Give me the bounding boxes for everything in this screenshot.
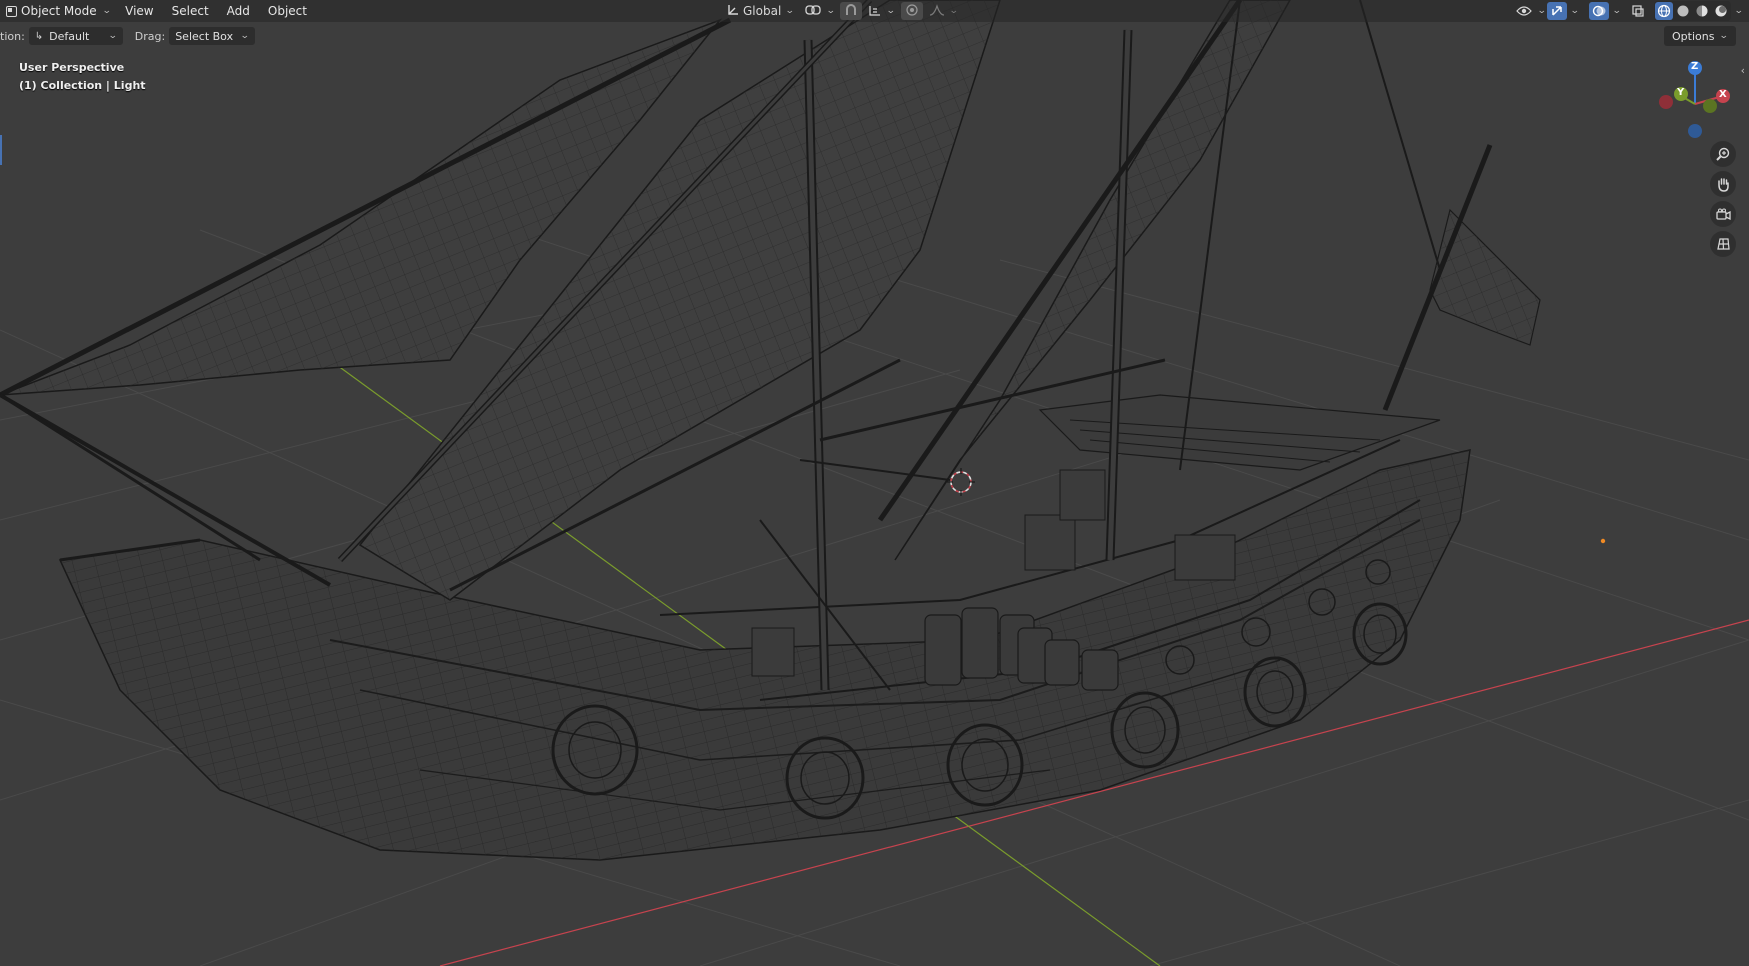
object-mode-icon (6, 5, 17, 17)
mode-selector[interactable]: Object Mode ⌄ (2, 1, 116, 21)
chevron-down-icon[interactable]: ⌄ (1612, 6, 1622, 16)
gizmo-x-label: X (1719, 89, 1727, 100)
orientation-select[interactable]: ↳ Default ⌄ (28, 27, 123, 45)
options-button[interactable]: Options ⌄ (1664, 26, 1736, 46)
material-shading-icon[interactable] (1693, 2, 1711, 20)
3d-viewport[interactable] (0, 0, 1749, 966)
menu-object[interactable]: Object (259, 1, 316, 21)
chevron-down-icon: ⌄ (948, 6, 959, 16)
visibility-icon[interactable] (1514, 2, 1534, 20)
drag-value: Select Box (175, 29, 234, 43)
snap-toggle[interactable] (840, 2, 863, 20)
rendered-shading-icon[interactable] (1712, 2, 1730, 20)
perspective-label: User Perspective (19, 61, 125, 74)
viewport-display-tools: ⌄ ⌄ ⌄ ⌄ (1514, 0, 1744, 22)
transform-orientation-select[interactable]: Global ⌄ (722, 2, 798, 20)
pan-hand-icon[interactable] (1710, 171, 1736, 197)
proportional-edit-icon (905, 3, 919, 20)
gizmo-z-label: Z (1691, 61, 1699, 72)
drag-select[interactable]: Select Box ⌄ (169, 27, 255, 45)
falloff-icon (929, 3, 945, 20)
mode-label: Object Mode (21, 4, 97, 18)
gizmo-y-label: Y (1677, 87, 1685, 98)
orientation-label: tion: (0, 29, 25, 43)
orientation-axes-icon: ↳ (34, 30, 44, 42)
snap-target-select[interactable]: ⌄ (864, 2, 899, 20)
orientation-label: Global (743, 4, 782, 18)
orientation-value: Default (49, 29, 90, 43)
viewport-header: Object Mode ⌄ View Select Add Object Glo… (0, 0, 1749, 22)
ship-hull (58, 394, 1471, 861)
toolbar-edge-indicator[interactable] (0, 135, 2, 165)
sidebar-toggle-icon[interactable]: ‹ (1741, 64, 1745, 77)
solid-shading-icon[interactable] (1674, 2, 1692, 20)
chevron-down-icon: ⌄ (785, 6, 795, 16)
camera-icon[interactable] (1710, 201, 1736, 227)
pivot-icon (804, 3, 822, 20)
options-label: Options (1672, 29, 1715, 43)
overlay-icon[interactable] (1588, 2, 1609, 20)
chevron-down-icon: ⌄ (108, 31, 118, 41)
menu-view[interactable]: View (116, 1, 162, 21)
chevron-down-icon: ⌄ (239, 31, 250, 41)
transform-tools: Global ⌄ ⌄ ⌄ ⌄ (722, 0, 961, 22)
grid-icon[interactable] (1710, 231, 1736, 257)
wireframe-shading-icon[interactable] (1655, 2, 1674, 20)
menu-add[interactable]: Add (218, 1, 259, 21)
viewport-info: User Perspective (1) Collection | Light (19, 59, 146, 95)
proportional-edit-toggle[interactable] (900, 2, 923, 20)
chevron-down-icon: ⌄ (1719, 31, 1730, 41)
navigation-gizmo[interactable]: Z X Y (1655, 60, 1735, 140)
chevron-down-icon: ⌄ (825, 6, 836, 16)
chevron-down-icon[interactable]: ⌄ (1734, 6, 1744, 16)
drag-label: Drag: (134, 29, 166, 43)
snap-target-icon (868, 3, 882, 20)
chevron-down-icon: ⌄ (101, 6, 112, 16)
shading-mode-group (1654, 1, 1732, 21)
zoom-icon[interactable] (1710, 141, 1736, 167)
gizmo-icon[interactable] (1547, 2, 1568, 20)
xray-icon[interactable] (1628, 2, 1648, 20)
light-object (1600, 538, 1606, 544)
chevron-down-icon[interactable]: ⌄ (1570, 6, 1580, 16)
global-orientation-icon (726, 3, 740, 20)
tool-settings-bar: tion: ↳ Default ⌄ Drag: Select Box ⌄ (0, 25, 1749, 47)
chevron-down-icon: ⌄ (886, 6, 897, 16)
falloff-select[interactable]: ⌄ (925, 2, 962, 20)
chevron-down-icon[interactable]: ⌄ (1537, 6, 1547, 16)
snap-icon (844, 3, 858, 20)
collection-label: (1) Collection | Light (19, 79, 146, 92)
pivot-point-select[interactable]: ⌄ (800, 2, 839, 20)
menu-select[interactable]: Select (163, 1, 218, 21)
